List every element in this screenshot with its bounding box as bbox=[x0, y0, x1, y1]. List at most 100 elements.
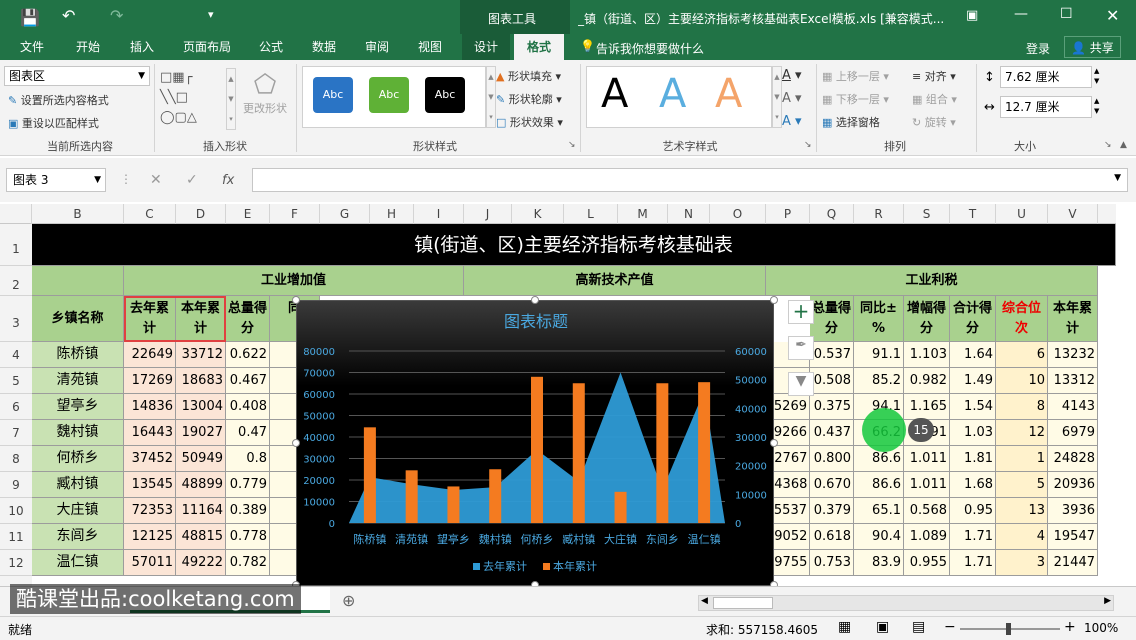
rotate-button[interactable]: ↻ 旋转 ▾ bbox=[912, 114, 956, 130]
data-cell-U[interactable]: 4 bbox=[996, 524, 1048, 550]
col-header-N[interactable]: N bbox=[668, 204, 710, 224]
data-cell-E[interactable]: 0.778 bbox=[226, 524, 270, 550]
insert-function-icon[interactable]: fx bbox=[222, 173, 234, 188]
resize-handle-tl[interactable] bbox=[292, 296, 300, 304]
legend-label-last-year[interactable]: 去年累计 bbox=[483, 559, 527, 573]
data-cell-E[interactable]: 0.408 bbox=[226, 394, 270, 420]
row-header-1[interactable]: 1 bbox=[0, 224, 32, 266]
resize-handle-tr[interactable] bbox=[770, 296, 778, 304]
chart-styles-button[interactable]: ✒ bbox=[788, 336, 814, 360]
zoom-slider[interactable] bbox=[960, 623, 1060, 635]
height-spin-icon[interactable]: ▲ ▼ bbox=[1094, 66, 1099, 86]
data-cell-V[interactable]: 4143 bbox=[1048, 394, 1098, 420]
data-cell-T[interactable]: 1.54 bbox=[950, 394, 996, 420]
row-header-9[interactable]: 9 bbox=[0, 472, 32, 498]
text-effects-button[interactable]: A ▾ bbox=[782, 114, 802, 129]
data-cell-C[interactable]: 16443 bbox=[124, 420, 176, 446]
tab-insert[interactable]: 插入 bbox=[116, 34, 168, 60]
data-cell-Q[interactable]: 0.537 bbox=[810, 342, 854, 368]
town-cell[interactable]: 何桥乡 bbox=[32, 446, 124, 472]
tab-view[interactable]: 视图 bbox=[404, 34, 456, 60]
resize-handle-tm[interactable] bbox=[531, 296, 539, 304]
town-cell[interactable]: 陈桥镇 bbox=[32, 342, 124, 368]
shape-styles-launcher-icon[interactable]: ↘ bbox=[568, 140, 576, 150]
zoom-level[interactable]: 100% bbox=[1084, 621, 1118, 635]
chart-elements-button[interactable]: + bbox=[788, 300, 814, 324]
chart-title[interactable]: 图表标题 bbox=[504, 312, 568, 331]
send-backward-button[interactable]: ▦ 下移一层 ▾ bbox=[822, 91, 889, 107]
col-header-G[interactable]: G bbox=[320, 204, 370, 224]
data-cell-E[interactable]: 0.782 bbox=[226, 550, 270, 576]
col-header-K[interactable]: K bbox=[512, 204, 564, 224]
tab-data[interactable]: 数据 bbox=[298, 34, 350, 60]
cancel-icon[interactable]: ✕ bbox=[150, 172, 162, 188]
col-header-R[interactable]: R bbox=[854, 204, 904, 224]
data-cell-S[interactable]: 1.011 bbox=[904, 446, 950, 472]
col-header-H[interactable]: H bbox=[370, 204, 414, 224]
col-header-E[interactable]: E bbox=[226, 204, 270, 224]
data-cell-Q[interactable]: 0.670 bbox=[810, 472, 854, 498]
chart-filters-button[interactable]: ▼ bbox=[788, 372, 814, 396]
data-cell-R[interactable]: 65.1 bbox=[854, 498, 904, 524]
scroll-right-icon[interactable]: ▶ bbox=[1104, 596, 1111, 606]
formula-bar-input[interactable]: ▼ bbox=[252, 168, 1128, 192]
tab-format[interactable]: 格式 bbox=[514, 34, 564, 60]
data-cell-R[interactable]: 86.6 bbox=[854, 472, 904, 498]
maximize-icon[interactable]: ☐ bbox=[1060, 6, 1073, 22]
col-header-O[interactable]: O bbox=[710, 204, 766, 224]
change-shape-button[interactable]: ⬠ 更改形状 bbox=[240, 70, 290, 116]
shape-fill-button[interactable]: ▲ 形状填充 ▾ bbox=[496, 68, 561, 84]
data-cell-T[interactable]: 1.49 bbox=[950, 368, 996, 394]
data-cell-V[interactable]: 20936 bbox=[1048, 472, 1098, 498]
tab-file[interactable]: 文件 bbox=[8, 34, 56, 60]
data-cell-D[interactable]: 19027 bbox=[176, 420, 226, 446]
wordart-black[interactable]: A bbox=[601, 71, 628, 117]
data-cell-C[interactable]: 17269 bbox=[124, 368, 176, 394]
text-outline-button[interactable]: A ▾ bbox=[782, 91, 802, 106]
row-header-11[interactable]: 11 bbox=[0, 524, 32, 550]
data-cell-U[interactable]: 3 bbox=[996, 550, 1048, 576]
col-header-I[interactable]: I bbox=[414, 204, 464, 224]
data-cell-R[interactable]: 91.1 bbox=[854, 342, 904, 368]
col-header-V[interactable]: V bbox=[1048, 204, 1098, 224]
save-icon[interactable]: 💾 bbox=[20, 8, 40, 27]
collapse-ribbon-icon[interactable]: ▲ bbox=[1120, 140, 1127, 150]
enter-icon[interactable]: ✓ bbox=[186, 172, 198, 188]
group-button[interactable]: ▦ 组合 ▾ bbox=[912, 91, 957, 107]
tab-design[interactable]: 设计 bbox=[462, 34, 510, 60]
col-header-M[interactable]: M bbox=[618, 204, 668, 224]
data-cell-E[interactable]: 0.8 bbox=[226, 446, 270, 472]
col-header-P[interactable]: P bbox=[766, 204, 810, 224]
data-cell-E[interactable]: 0.389 bbox=[226, 498, 270, 524]
town-cell[interactable]: 魏村镇 bbox=[32, 420, 124, 446]
col-header-C[interactable]: C bbox=[124, 204, 176, 224]
data-cell-D[interactable]: 49222 bbox=[176, 550, 226, 576]
data-cell-U[interactable]: 6 bbox=[996, 342, 1048, 368]
size-launcher-icon[interactable]: ↘ bbox=[1104, 140, 1112, 150]
width-spin-icon[interactable]: ▲ ▼ bbox=[1094, 96, 1099, 116]
data-cell-C[interactable]: 13545 bbox=[124, 472, 176, 498]
wordart-blue[interactable]: A bbox=[659, 71, 686, 117]
close-icon[interactable]: ✕ bbox=[1106, 6, 1119, 25]
col-header-D[interactable]: D bbox=[176, 204, 226, 224]
data-cell-V[interactable]: 24828 bbox=[1048, 446, 1098, 472]
data-cell-R[interactable]: 90.4 bbox=[854, 524, 904, 550]
data-cell-Q[interactable]: 0.800 bbox=[810, 446, 854, 472]
align-button[interactable]: ≡ 对齐 ▾ bbox=[912, 68, 956, 84]
data-cell-V[interactable]: 21447 bbox=[1048, 550, 1098, 576]
col-header-Q[interactable]: Q bbox=[810, 204, 854, 224]
data-cell-Q[interactable]: 0.375 bbox=[810, 394, 854, 420]
data-cell-Q[interactable]: 0.508 bbox=[810, 368, 854, 394]
data-cell-D[interactable]: 48815 bbox=[176, 524, 226, 550]
reset-style-button[interactable]: ▣ 重设以匹配样式 bbox=[8, 115, 99, 131]
data-cell-V[interactable]: 13312 bbox=[1048, 368, 1098, 394]
shape-style-green[interactable]: Abc bbox=[369, 77, 409, 113]
shape-effect-button[interactable]: □ 形状效果 ▾ bbox=[496, 114, 563, 130]
page-break-view-icon[interactable]: ▤ bbox=[912, 619, 925, 635]
data-cell-R[interactable]: 83.9 bbox=[854, 550, 904, 576]
col-header-L[interactable]: L bbox=[564, 204, 618, 224]
town-cell[interactable]: 东闾乡 bbox=[32, 524, 124, 550]
data-cell-V[interactable]: 3936 bbox=[1048, 498, 1098, 524]
data-cell-U[interactable]: 10 bbox=[996, 368, 1048, 394]
row-header-5[interactable]: 5 bbox=[0, 368, 32, 394]
